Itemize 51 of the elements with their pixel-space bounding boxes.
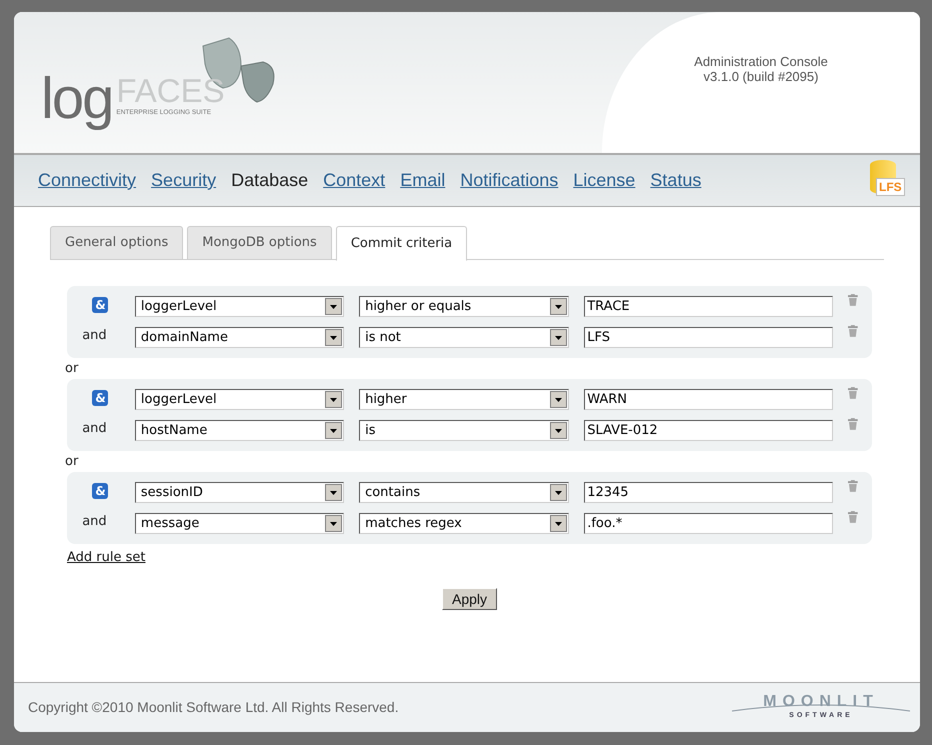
field-select[interactable]: sessionID xyxy=(134,482,344,503)
and-operator-icon[interactable]: & xyxy=(92,390,108,406)
and-operator-icon[interactable]: & xyxy=(92,296,108,312)
logo-text: log xyxy=(41,66,114,132)
trash-icon[interactable] xyxy=(848,387,858,399)
value-field[interactable]: SLAVE-012 xyxy=(584,420,834,441)
value-field[interactable]: LFS xyxy=(584,327,834,348)
operator-select[interactable]: contains xyxy=(359,482,570,503)
nav-link[interactable]: Status xyxy=(650,167,702,194)
nav-link[interactable]: Email xyxy=(400,167,446,194)
or-label: or xyxy=(65,453,80,471)
operator-select[interactable]: is not xyxy=(359,327,570,348)
nav-link[interactable]: Connectivity xyxy=(38,167,136,194)
trash-icon[interactable] xyxy=(848,480,858,492)
lfs-badge: LFS xyxy=(876,178,905,196)
field-select[interactable]: loggerLevel xyxy=(134,296,344,317)
add-rule-set-link[interactable]: Add rule set xyxy=(67,548,146,568)
nav-link[interactable]: Database xyxy=(231,167,308,194)
operator-select[interactable]: higher xyxy=(359,389,570,410)
console-title: Administration Console xyxy=(694,54,828,69)
operator-select[interactable]: higher or equals xyxy=(359,296,570,317)
operator-select[interactable]: is xyxy=(359,420,570,441)
field-select[interactable]: hostName xyxy=(134,420,344,441)
trash-icon[interactable] xyxy=(848,511,858,523)
tab[interactable]: MongoDB options xyxy=(187,226,332,260)
and-label: and xyxy=(82,512,107,531)
operator-select[interactable]: matches regex xyxy=(359,513,570,534)
tab[interactable]: Commit criteria xyxy=(336,226,468,261)
trash-icon[interactable] xyxy=(848,294,858,306)
field-select[interactable]: domainName xyxy=(134,327,344,348)
logo-text: FACES xyxy=(116,77,225,106)
nav-link[interactable]: Context xyxy=(323,167,386,194)
and-label: and xyxy=(82,326,107,345)
apply-button[interactable]: Apply xyxy=(442,588,498,610)
or-label: or xyxy=(65,360,80,378)
and-operator-icon[interactable]: & xyxy=(92,482,108,498)
value-field[interactable]: TRACE xyxy=(584,296,834,317)
field-select[interactable]: message xyxy=(134,513,344,534)
trash-icon[interactable] xyxy=(848,418,858,430)
value-field[interactable]: .foo.* xyxy=(584,513,834,534)
nav-link[interactable]: Notifications xyxy=(460,167,558,194)
nav-link[interactable]: License xyxy=(573,167,636,194)
value-field[interactable]: 12345 xyxy=(584,482,834,503)
trash-icon[interactable] xyxy=(848,325,858,337)
version-text: v3.1.0 (build #2095) xyxy=(704,69,818,84)
and-label: and xyxy=(82,420,107,438)
copyright-text: Copyright ©2010 Moonlit Software Ltd. All Rights Reserved. xyxy=(28,698,399,717)
value-field[interactable]: WARN xyxy=(584,389,834,410)
field-select[interactable]: loggerLevel xyxy=(134,389,344,410)
nav-link[interactable]: Security xyxy=(151,167,216,194)
tab[interactable]: General options xyxy=(50,226,184,260)
